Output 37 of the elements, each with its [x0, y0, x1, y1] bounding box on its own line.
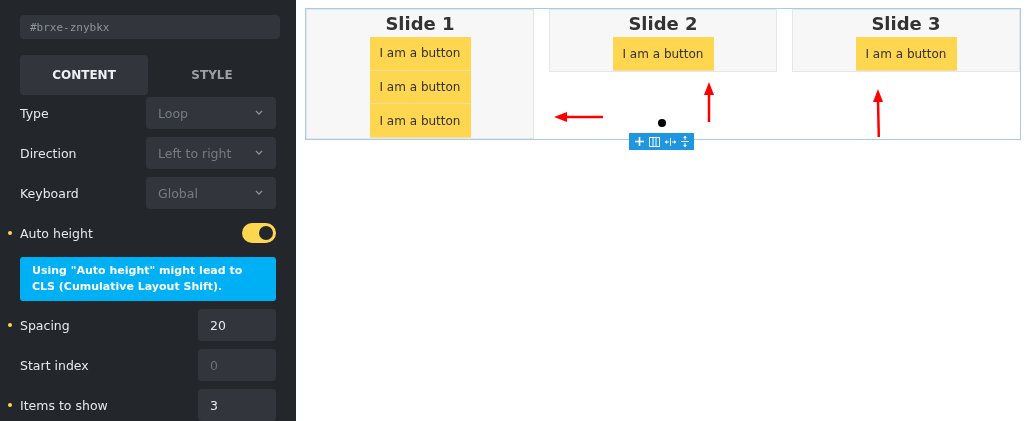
chevron-down-icon [254, 110, 264, 116]
control-label: Type [20, 105, 49, 121]
control-label: Items to show [20, 397, 108, 413]
modified-dot [8, 403, 12, 407]
control-label: Auto height [20, 225, 93, 241]
plus-icon[interactable] [634, 137, 644, 146]
horizontal-arrows-icon[interactable] [664, 137, 676, 146]
slide-title: Slide 1 [385, 12, 455, 36]
slide-title: Slide 3 [871, 12, 941, 36]
columns-icon[interactable] [648, 136, 660, 147]
modified-dot [8, 231, 12, 235]
control-label: Start index [20, 357, 89, 373]
pagination-dot [658, 119, 666, 127]
toggle-switch[interactable] [242, 223, 276, 243]
up-arrow-icon [872, 88, 884, 138]
modified-dot [8, 323, 12, 327]
chevron-down-icon [254, 190, 264, 196]
up-arrow-icon [703, 81, 715, 123]
slide-button[interactable]: I am a button [855, 37, 957, 71]
control-label: Spacing [20, 317, 70, 333]
slide-button[interactable]: I am a button [612, 37, 714, 71]
number-field[interactable]: 20 [198, 309, 276, 341]
slide-button[interactable]: I am a button [369, 37, 471, 71]
slide-button[interactable]: I am a button [369, 104, 471, 138]
vertical-arrows-icon[interactable] [680, 136, 689, 147]
slide-title: Slide 2 [628, 12, 698, 36]
number-field[interactable]: 0 [198, 349, 276, 381]
panel-tab[interactable]: STYLE [148, 55, 276, 95]
css-id-field[interactable]: #brxe-znybkx [20, 15, 280, 39]
control-label: Keyboard [20, 185, 79, 201]
control-label: Direction [20, 145, 77, 161]
chevron-down-icon [254, 150, 264, 156]
warning-notice: Using "Auto height" might lead to CLS (Cumulative Layout Shift). [20, 257, 276, 301]
slide-button[interactable]: I am a button [369, 70, 471, 105]
panel-tab[interactable]: CONTENT [20, 55, 148, 95]
number-field[interactable]: 3 [198, 389, 276, 421]
left-arrow-icon [553, 111, 605, 123]
